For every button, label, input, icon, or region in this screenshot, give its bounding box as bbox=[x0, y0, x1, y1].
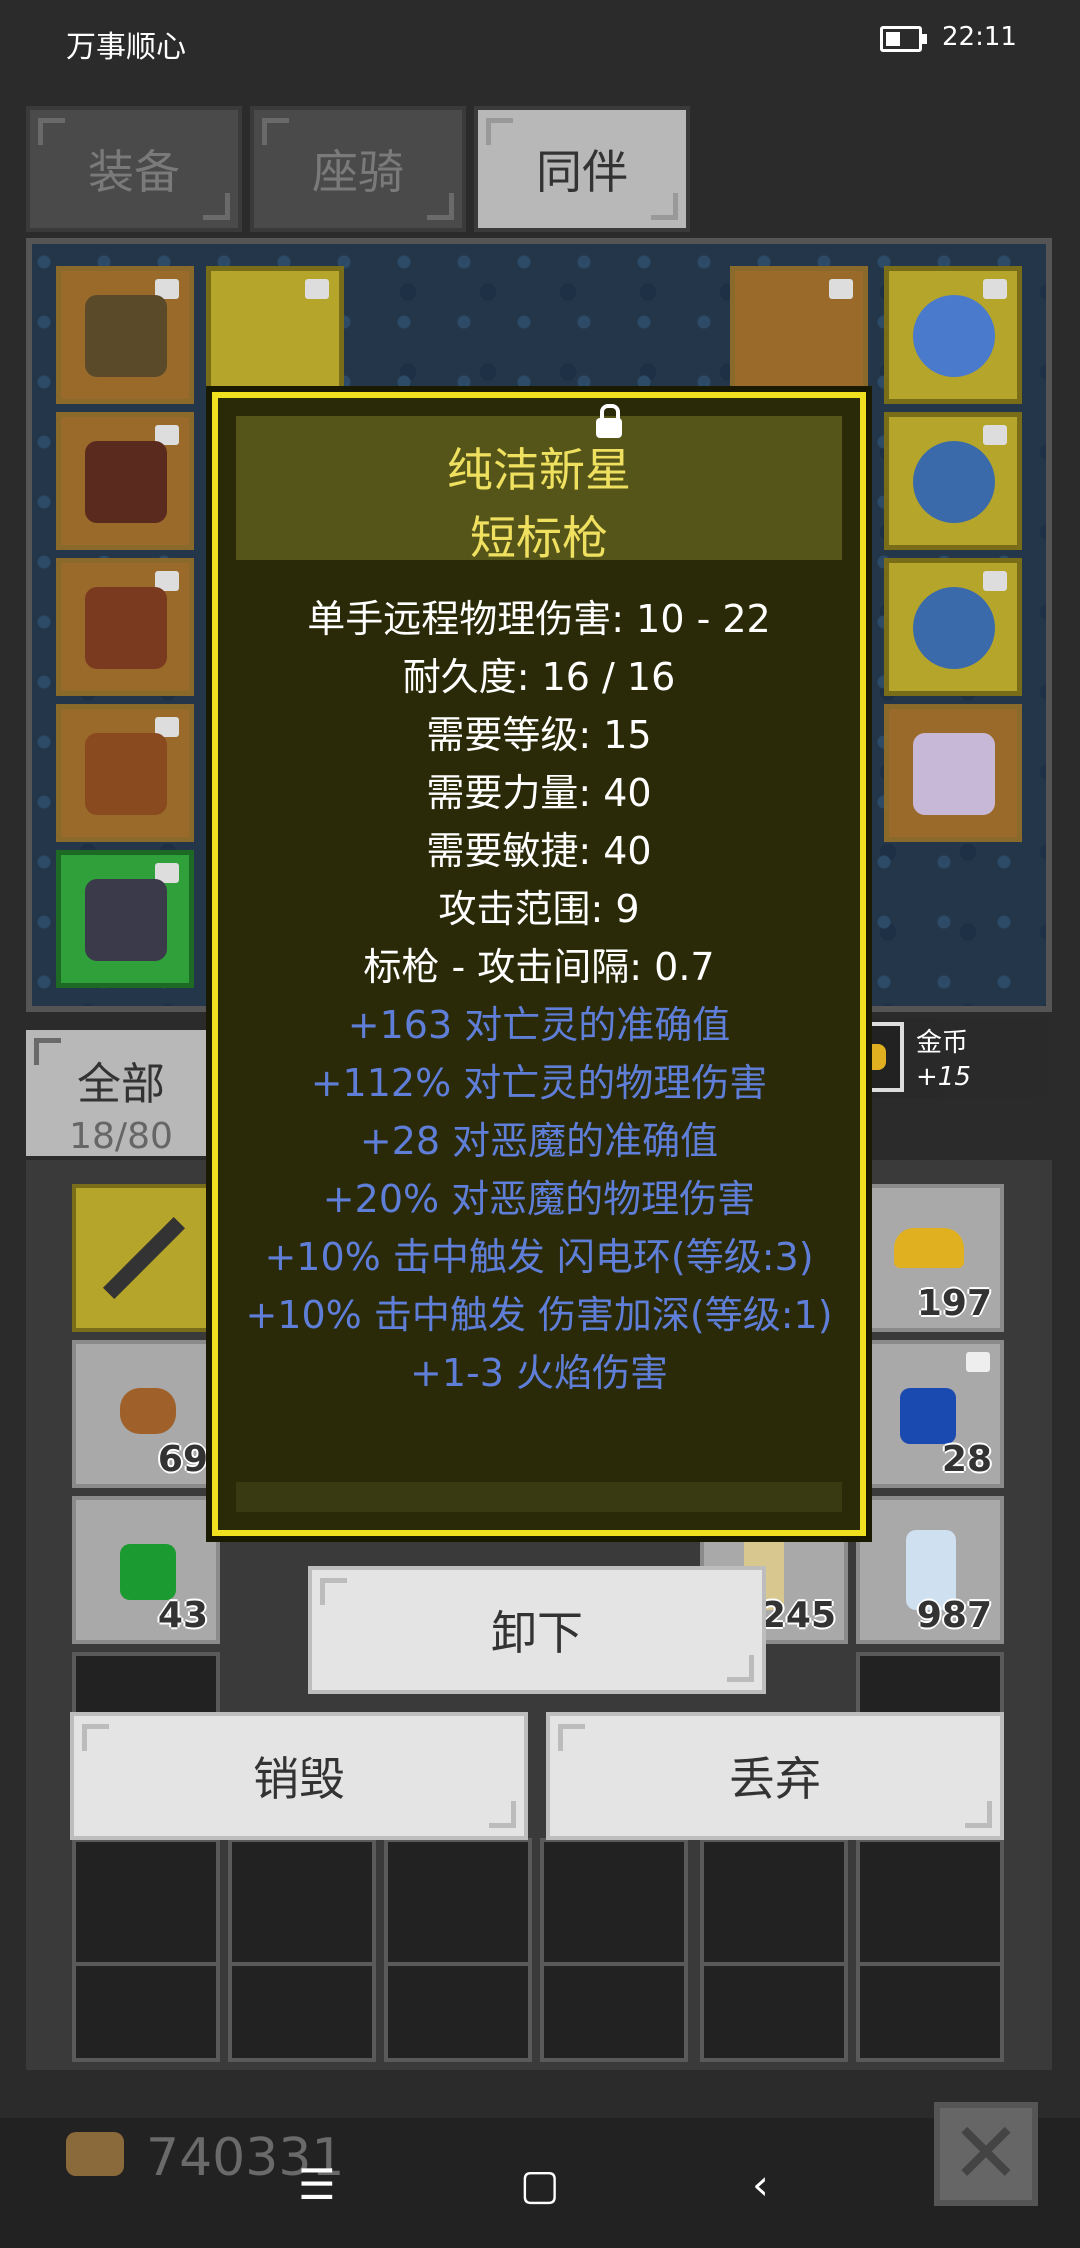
home-icon[interactable]: ▢ bbox=[520, 2160, 560, 2209]
stat-line: 需要敏捷: 40 bbox=[426, 829, 652, 873]
slot-helmet[interactable] bbox=[56, 266, 194, 404]
slot-boots[interactable] bbox=[56, 704, 194, 842]
inventory-slot-blue-gem[interactable]: 28 bbox=[856, 1340, 1004, 1488]
unequip-button[interactable]: 卸下 bbox=[308, 1566, 766, 1694]
item-count: 197 bbox=[916, 1283, 992, 1324]
clock: 22:11 bbox=[942, 22, 1017, 52]
ring-icon bbox=[913, 587, 995, 669]
inventory-count: 18/80 bbox=[69, 1116, 173, 1157]
inventory-slot-empty[interactable] bbox=[700, 1962, 848, 2062]
companion-portrait bbox=[913, 733, 995, 815]
armor-icon bbox=[85, 441, 167, 523]
affix-line: +10% 击中触发 闪电环(等级:3) bbox=[264, 1235, 814, 1279]
tab-label: 同伴 bbox=[536, 145, 628, 199]
amulet-icon bbox=[913, 295, 995, 377]
mount-icon bbox=[85, 879, 167, 961]
item-name: 纯洁新星 bbox=[447, 443, 631, 497]
inventory-slot-trident[interactable] bbox=[72, 1184, 220, 1332]
slot-armor[interactable] bbox=[56, 412, 194, 550]
button-label: 丢弃 bbox=[729, 1752, 821, 1806]
tab-companion[interactable]: 同伴 bbox=[474, 106, 690, 232]
inventory-slot-empty[interactable] bbox=[228, 1962, 376, 2062]
tab-label: 装备 bbox=[88, 145, 180, 199]
bread-icon bbox=[120, 1388, 176, 1434]
green-gem-icon bbox=[120, 1544, 176, 1600]
menu-icon[interactable]: ☰ bbox=[298, 2160, 336, 2209]
slot-ring-2[interactable] bbox=[884, 558, 1022, 696]
inventory-slot-empty[interactable] bbox=[856, 1962, 1004, 2062]
lock-icon bbox=[305, 279, 329, 299]
gloves-icon bbox=[85, 587, 167, 669]
slot-offhand[interactable] bbox=[730, 266, 868, 404]
lock-icon bbox=[983, 279, 1007, 299]
tab-equipment[interactable]: 装备 bbox=[26, 106, 242, 232]
button-label: 销毁 bbox=[253, 1752, 345, 1806]
tab-mount[interactable]: 座骑 bbox=[250, 106, 466, 232]
inventory-slot-empty[interactable] bbox=[72, 1962, 220, 2062]
item-type: 短标枪 bbox=[470, 511, 608, 565]
battery-icon bbox=[880, 26, 927, 52]
inventory-slot-green-gem[interactable]: 43 bbox=[72, 1496, 220, 1644]
inventory-slot-gold[interactable]: 197 bbox=[856, 1184, 1004, 1332]
back-icon[interactable]: ‹ bbox=[752, 2160, 769, 2209]
gold-pile-icon bbox=[894, 1228, 964, 1268]
blue-gem-icon bbox=[900, 1388, 956, 1444]
boots-icon bbox=[85, 733, 167, 815]
affix-line: +28 对恶魔的准确值 bbox=[359, 1119, 719, 1163]
close-icon[interactable]: ✕ bbox=[934, 2102, 1038, 2206]
lock-icon bbox=[983, 425, 1007, 445]
item-count: 987 bbox=[916, 1595, 992, 1636]
tooltip-footer bbox=[236, 1482, 842, 1512]
trident-icon bbox=[102, 1216, 186, 1300]
slot-weapon[interactable] bbox=[206, 266, 344, 404]
slot-amulet[interactable] bbox=[884, 266, 1022, 404]
category-all[interactable]: 全部 18/80 bbox=[26, 1030, 216, 1157]
stat-line: 标枪 - 攻击间隔: 0.7 bbox=[363, 945, 715, 989]
button-label: 卸下 bbox=[491, 1606, 583, 1660]
gold-notification-title: 金币 bbox=[916, 1028, 969, 1058]
slot-gloves[interactable] bbox=[56, 558, 194, 696]
item-count: 69 bbox=[157, 1439, 208, 1480]
inventory-slot-empty[interactable] bbox=[540, 1962, 688, 2062]
affix-line: +1-3 火焰伤害 bbox=[410, 1351, 668, 1395]
item-count: 28 bbox=[941, 1439, 992, 1480]
lock-icon bbox=[966, 1352, 990, 1372]
stat-line: 攻击范围: 9 bbox=[438, 887, 640, 931]
inventory-slot-potion[interactable]: 987 bbox=[856, 1496, 1004, 1644]
lock-icon[interactable] bbox=[596, 404, 622, 438]
stat-line: 需要等级: 15 bbox=[426, 713, 652, 757]
carrier-name: 万事顺心 bbox=[66, 30, 186, 65]
item-count: 245 bbox=[760, 1595, 836, 1636]
inventory-slot-empty[interactable] bbox=[384, 1962, 532, 2062]
stat-line: 耐久度: 16 / 16 bbox=[402, 655, 676, 699]
affix-line: +20% 对恶魔的物理伤害 bbox=[322, 1177, 756, 1221]
slot-companion[interactable] bbox=[884, 704, 1022, 842]
gold-coin-icon bbox=[66, 2132, 124, 2176]
affix-line: +163 对亡灵的准确值 bbox=[347, 1003, 731, 1047]
slot-mount[interactable] bbox=[56, 850, 194, 988]
discard-button[interactable]: 丢弃 bbox=[546, 1712, 1004, 1840]
slot-ring-1[interactable] bbox=[884, 412, 1022, 550]
inventory-slot-bread[interactable]: 69 bbox=[72, 1340, 220, 1488]
lock-icon bbox=[829, 279, 853, 299]
stat-line: 单手远程物理伤害: 10 - 22 bbox=[307, 597, 771, 641]
stat-line: 需要力量: 40 bbox=[426, 771, 652, 815]
affix-line: +10% 击中触发 伤害加深(等级:1) bbox=[245, 1293, 833, 1337]
item-count: 43 bbox=[157, 1595, 208, 1636]
affix-line: +112% 对亡灵的物理伤害 bbox=[310, 1061, 768, 1105]
ring-icon bbox=[913, 441, 995, 523]
gold-notification-amount: +15 bbox=[916, 1062, 971, 1092]
item-tooltip: 纯洁新星 短标枪 单手远程物理伤害: 10 - 22 耐久度: 16 / 16 … bbox=[212, 392, 866, 1536]
lock-icon bbox=[983, 571, 1007, 591]
helmet-icon bbox=[85, 295, 167, 377]
destroy-button[interactable]: 销毁 bbox=[70, 1712, 528, 1840]
tab-label: 座骑 bbox=[312, 145, 404, 199]
